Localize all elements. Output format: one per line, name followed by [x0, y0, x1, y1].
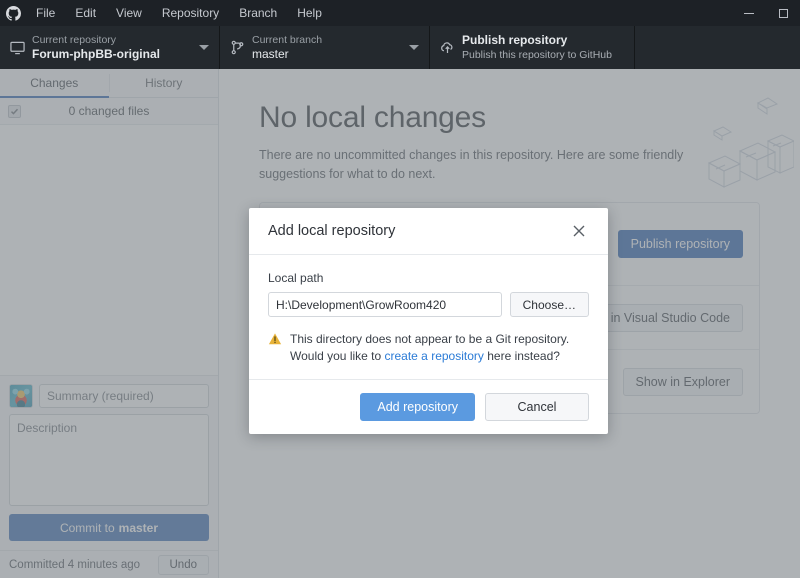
branch-icon — [230, 40, 252, 55]
dialog-footer: Add repository Cancel — [249, 379, 608, 434]
current-branch-button[interactable]: Current branch master — [220, 26, 430, 69]
choose-folder-button[interactable]: Choose… — [510, 292, 589, 317]
warning-text: This directory does not appear to be a G… — [290, 331, 569, 365]
menu-item-view[interactable]: View — [106, 0, 152, 26]
warning-row: This directory does not appear to be a G… — [268, 331, 589, 365]
maximize-icon — [779, 9, 788, 18]
modal-overlay-left — [0, 69, 219, 578]
cancel-button[interactable]: Cancel — [485, 393, 589, 421]
dialog-body: Local path H:\Development\GrowRoom420 Ch… — [249, 255, 608, 379]
toolbar-spacer — [635, 26, 800, 69]
dialog-title: Add local repository — [268, 223, 569, 239]
cloud-upload-icon — [440, 40, 462, 55]
chevron-down-icon — [199, 45, 209, 50]
local-path-input[interactable]: H:\Development\GrowRoom420 — [268, 292, 502, 317]
current-branch-value: master — [252, 47, 403, 62]
warning-line-2: Would you like to create a repository he… — [290, 348, 569, 365]
minimize-button[interactable] — [732, 0, 766, 26]
chevron-down-icon — [409, 45, 419, 50]
warning-triangle-icon — [268, 332, 282, 346]
menu-item-help[interactable]: Help — [287, 0, 332, 26]
current-repository-button[interactable]: Current repository Forum-phpBB-original — [0, 26, 220, 69]
menu-item-edit[interactable]: Edit — [65, 0, 106, 26]
minimize-icon — [744, 13, 754, 14]
menu-item-file[interactable]: File — [26, 0, 65, 26]
warning-line-2-post: here instead? — [484, 349, 560, 363]
warning-line-1: This directory does not appear to be a G… — [290, 331, 569, 348]
current-branch-label: Current branch — [252, 33, 403, 47]
local-path-row: H:\Development\GrowRoom420 Choose… — [268, 292, 589, 317]
warning-line-2-pre: Would you like to — [290, 349, 385, 363]
maximize-button[interactable] — [766, 0, 800, 26]
close-icon[interactable] — [569, 221, 589, 241]
toolbar: Current repository Forum-phpBB-original … — [0, 26, 800, 69]
publish-repository-button[interactable]: Publish repository Publish this reposito… — [430, 26, 635, 69]
github-mark-icon — [0, 0, 26, 26]
create-a-repository-link[interactable]: create a repository — [385, 349, 484, 363]
menu-item-branch[interactable]: Branch — [229, 0, 287, 26]
github-desktop-window: File Edit View Repository Branch Help Cu… — [0, 0, 800, 578]
publish-repository-subtitle: Publish this repository to GitHub — [462, 48, 624, 62]
window-controls — [732, 0, 800, 26]
current-repository-value: Forum-phpBB-original — [32, 47, 193, 62]
title-bar: File Edit View Repository Branch Help — [0, 0, 800, 26]
monitor-icon — [10, 40, 32, 55]
add-local-repository-dialog: Add local repository Local path H:\Devel… — [249, 208, 608, 434]
menu-item-repository[interactable]: Repository — [152, 0, 229, 26]
menu-bar: File Edit View Repository Branch Help — [26, 0, 332, 26]
add-repository-button[interactable]: Add repository — [360, 393, 475, 421]
current-repository-label: Current repository — [32, 33, 193, 47]
local-path-label: Local path — [268, 271, 589, 285]
publish-repository-title: Publish repository — [462, 33, 624, 48]
dialog-header: Add local repository — [249, 208, 608, 255]
